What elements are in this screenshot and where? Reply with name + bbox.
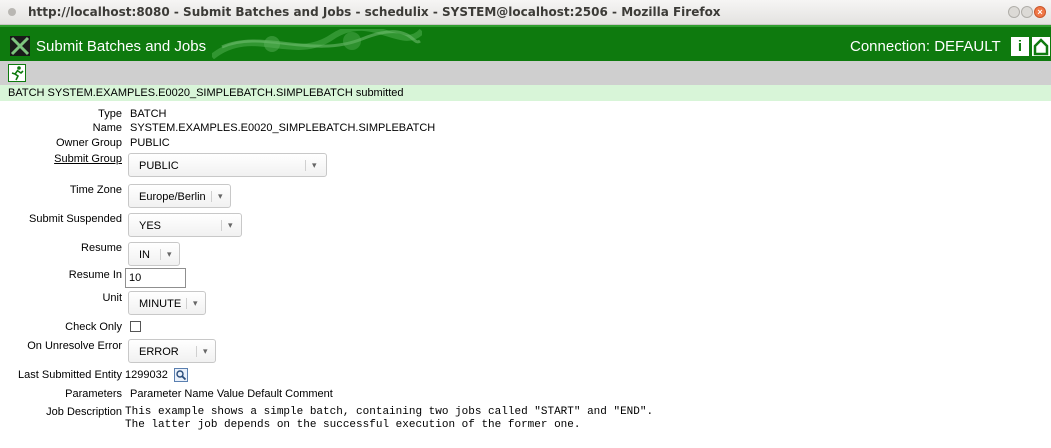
job-description-line: The latter job depends on the successful… <box>125 419 581 431</box>
window-title: http://localhost:8080 - Submit Batches a… <box>28 5 721 19</box>
status-message: BATCH SYSTEM.EXAMPLES.E0020_SIMPLEBATCH.… <box>8 87 404 99</box>
submit-suspended-select[interactable]: YES ▾ <box>128 213 242 237</box>
submit-group-link[interactable]: Submit Group <box>54 153 122 165</box>
time-zone-label: Time Zone <box>69 184 122 196</box>
info-label: i <box>1017 38 1023 55</box>
unit-label: Unit <box>102 292 122 304</box>
name-label: Name <box>92 122 122 134</box>
owner-group-label: Owner Group <box>55 137 122 149</box>
run-icon[interactable] <box>8 64 26 82</box>
main-content: BATCH SYSTEM.EXAMPLES.E0020_SIMPLEBATCH.… <box>0 85 1051 448</box>
connection-label: Connection: DEFAULT <box>850 38 1001 55</box>
chevron-down-icon: ▾ <box>305 160 324 171</box>
chevron-down-icon: ▾ <box>186 298 205 309</box>
chevron-down-icon: ▾ <box>160 249 179 260</box>
parameters-col-comment: Comment <box>285 388 333 400</box>
parameters-header: Parameter Name Value Default Comment <box>130 388 333 400</box>
type-label: Type <box>98 108 122 120</box>
schedulix-logo-icon <box>10 36 30 56</box>
close-icon[interactable]: × <box>1034 6 1046 18</box>
submit-group-select[interactable]: PUBLIC ▾ <box>128 153 327 177</box>
toolbar <box>0 61 1051 85</box>
maximize-icon[interactable] <box>1021 6 1033 18</box>
on-unresolve-error-select[interactable]: ERROR ▾ <box>128 339 216 363</box>
owner-group-value: PUBLIC <box>130 137 170 149</box>
parameters-label: Parameters <box>65 388 122 400</box>
resume-in-label: Resume In <box>68 269 122 281</box>
check-only-label: Check Only <box>65 321 122 333</box>
app-title: Submit Batches and Jobs <box>36 38 207 55</box>
name-value: SYSTEM.EXAMPLES.E0020_SIMPLEBATCH.SIMPLE… <box>130 122 436 134</box>
last-submitted-entity-label: Last Submitted Entity <box>18 369 122 381</box>
job-description-line: This example shows a simple batch, conta… <box>125 406 654 418</box>
window-titlebar: http://localhost:8080 - Submit Batches a… <box>0 0 1051 25</box>
submit-suspended-value: YES <box>139 220 162 232</box>
resume-select[interactable]: IN ▾ <box>128 242 180 266</box>
job-description-label: Job Description <box>46 406 122 418</box>
unit-select[interactable]: MINUTE ▾ <box>128 291 206 315</box>
info-icon[interactable]: i <box>1011 37 1029 56</box>
unit-value: MINUTE <box>139 298 182 310</box>
on-unresolve-error-label: On Unresolve Error <box>27 340 122 352</box>
parameters-col-name: Parameter Name <box>130 388 214 400</box>
parameters-col-value: Value <box>216 388 245 400</box>
window-indicator-icon <box>8 8 16 16</box>
minimize-icon[interactable] <box>1008 6 1020 18</box>
last-submitted-entity-value: 1299032 <box>125 369 168 381</box>
chevron-down-icon: ▾ <box>196 346 215 357</box>
resume-label: Resume <box>81 242 122 254</box>
submit-group-value: PUBLIC <box>139 160 179 172</box>
job-description-text: This example shows a simple batch, conta… <box>125 406 653 432</box>
magnifier-icon[interactable] <box>174 368 188 382</box>
resume-in-input[interactable] <box>125 268 186 288</box>
app-header: Submit Batches and Jobs Connection: DEFA… <box>0 25 1051 61</box>
time-zone-value: Europe/Berlin <box>139 191 206 203</box>
header-decoration-icon <box>212 29 422 59</box>
submit-suspended-label: Submit Suspended <box>29 213 122 225</box>
resume-value: IN <box>139 249 150 261</box>
time-zone-select[interactable]: Europe/Berlin ▾ <box>128 184 231 208</box>
type-value: BATCH <box>130 108 167 120</box>
on-unresolve-error-value: ERROR <box>139 346 179 358</box>
chevron-down-icon: ▾ <box>221 220 240 231</box>
chevron-down-icon: ▾ <box>211 191 230 202</box>
status-message-bar: BATCH SYSTEM.EXAMPLES.E0020_SIMPLEBATCH.… <box>0 85 1051 101</box>
check-only-checkbox[interactable] <box>130 321 141 332</box>
home-icon[interactable] <box>1032 37 1050 56</box>
parameters-col-default: Default <box>247 388 283 400</box>
